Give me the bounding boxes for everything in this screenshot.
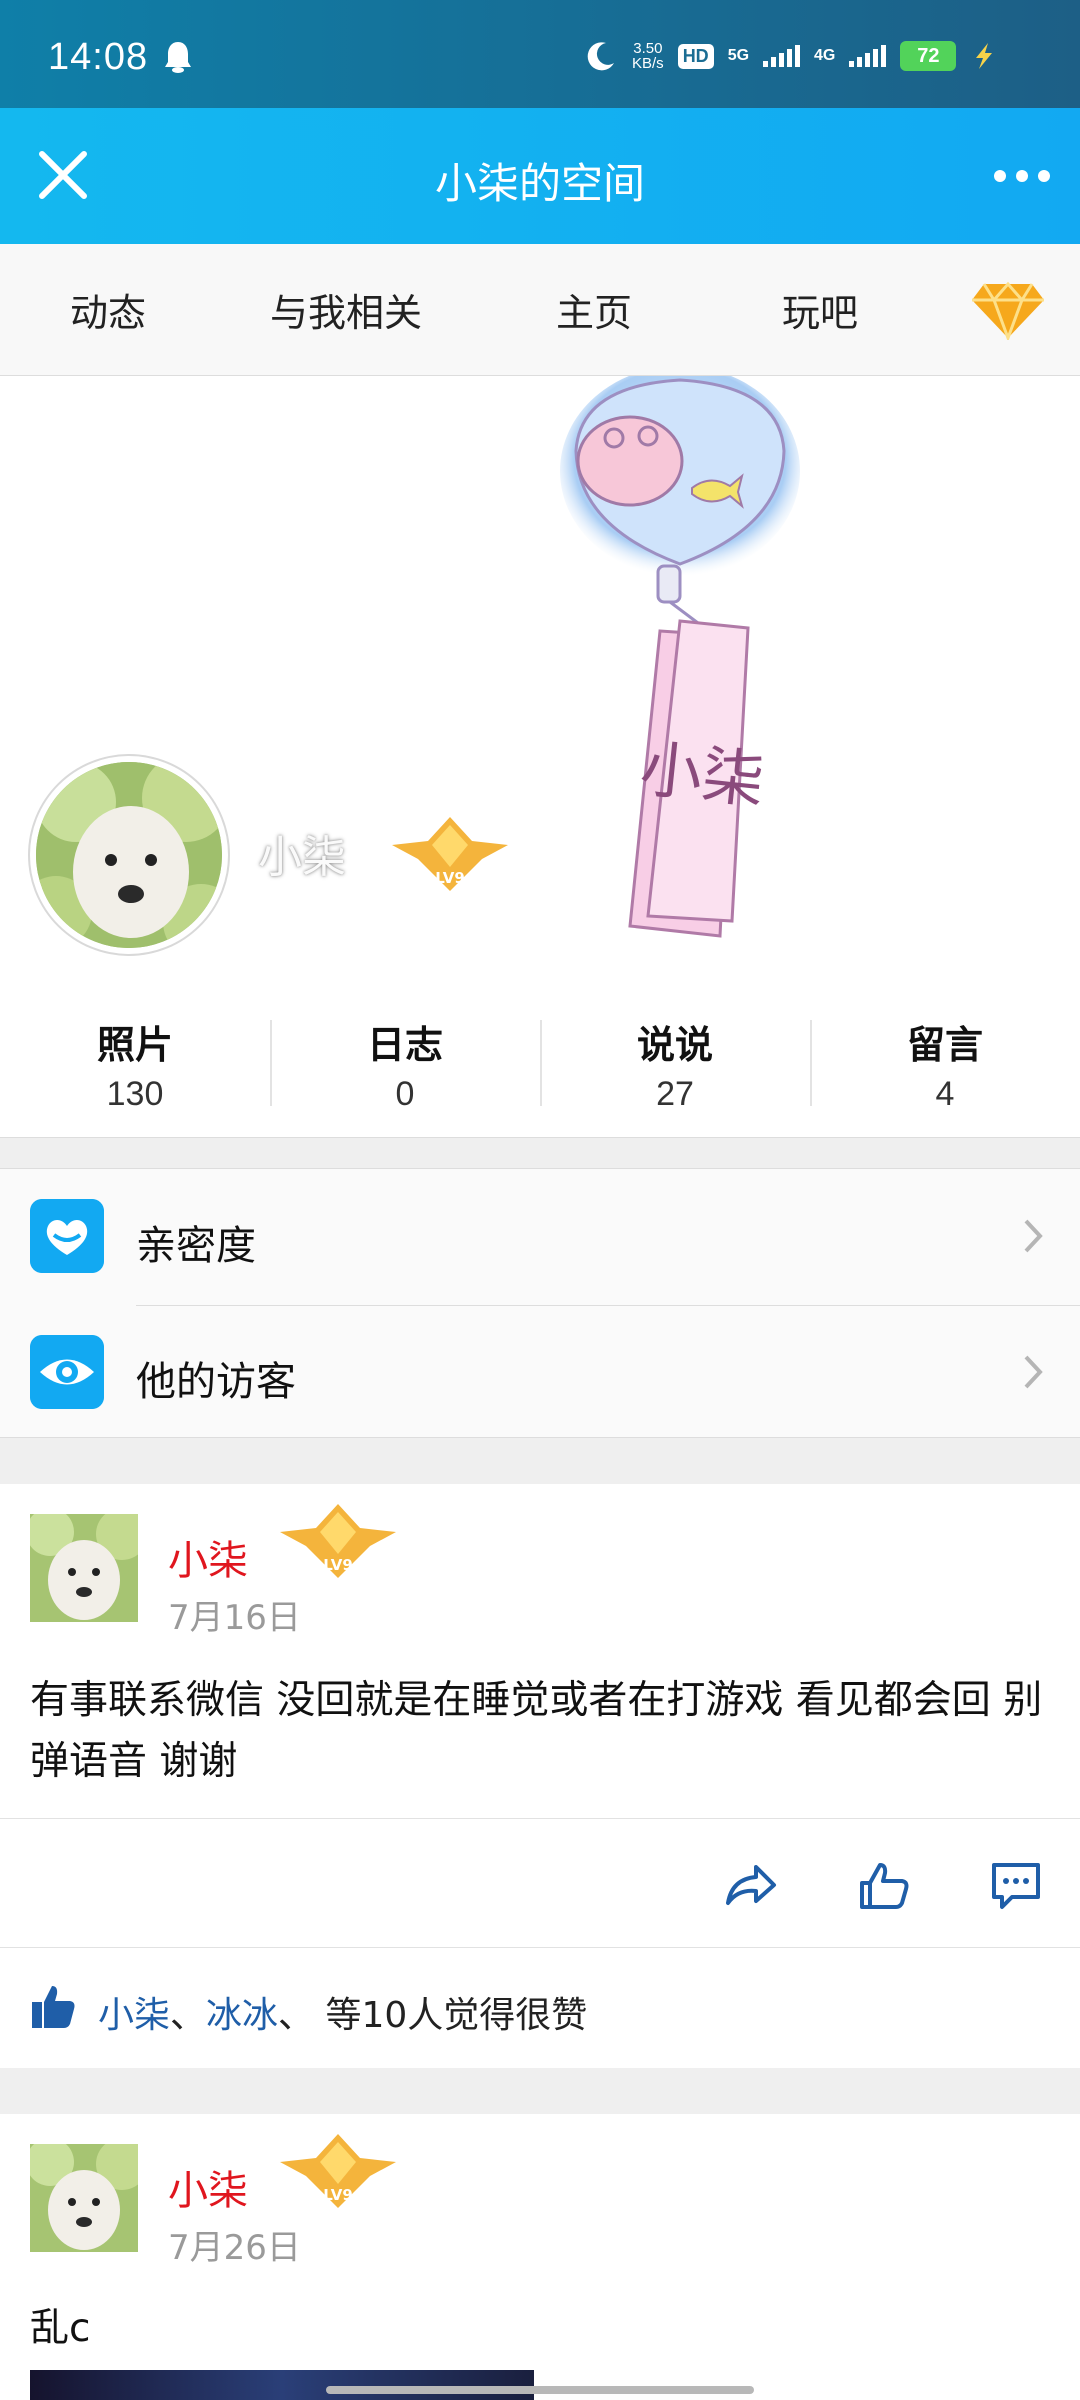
network-5g: 5G <box>727 47 750 64</box>
post-image[interactable] <box>30 2370 534 2400</box>
feed-post: 小柒 LV9 7月16日 有事联系微信 没回就是在睡觉或者在打游戏 看见都会回 … <box>0 1484 1080 1818</box>
menu-item-intimacy[interactable]: 亲密度 <box>0 1169 1080 1306</box>
signal-icon <box>763 45 801 67</box>
post-author[interactable]: 小柒 <box>168 2158 248 2216</box>
stats-row: 照片 130 日志 0 说说 27 留言 4 <box>0 986 1080 1138</box>
chevron-right-icon <box>1024 1355 1043 1389</box>
charging-icon <box>976 43 993 69</box>
tab-feed[interactable]: 动态 <box>70 282 146 337</box>
stat-posts[interactable]: 说说 27 <box>540 1014 810 1114</box>
moon-icon <box>587 42 614 71</box>
feed-post: 小柒 LV9 7月26日 乱c <box>0 2114 1080 2400</box>
battery-icon: 72 <box>900 41 957 71</box>
qq-notification-icon <box>165 42 191 73</box>
tab-play[interactable]: 玩吧 <box>782 282 858 337</box>
likes-summary[interactable]: 小柒、冰冰、 等10人觉得很赞 <box>0 1948 1080 2068</box>
profile-avatar[interactable] <box>30 756 228 954</box>
title-bar: 小柒的空间 <box>0 108 1080 244</box>
network-speed: 3.50 KB/s <box>632 40 664 72</box>
liker-name[interactable]: 冰冰 <box>206 1995 278 2036</box>
hd-icon: HD <box>677 43 714 69</box>
stat-photos[interactable]: 照片 130 <box>0 1014 270 1114</box>
home-indicator[interactable] <box>326 2386 754 2394</box>
profile-name: 小柒 <box>258 832 346 883</box>
tab-home[interactable]: 主页 <box>556 282 632 337</box>
post-date: 7月16日 <box>168 1598 301 1638</box>
comment-icon[interactable] <box>988 1857 1044 1913</box>
stat-blogs[interactable]: 日志 0 <box>270 1014 540 1114</box>
page-title: 小柒的空间 <box>434 159 645 208</box>
thumbs-up-icon <box>32 1986 75 2028</box>
wind-chime-illustration: 小柒 <box>560 376 800 938</box>
post-author[interactable]: 小柒 <box>168 1528 248 1586</box>
svg-text:LV9: LV9 <box>323 1556 353 1574</box>
svg-text:LV9: LV9 <box>323 2186 353 2204</box>
level-badge-icon: LV9 <box>280 2134 396 2208</box>
profile-menu: 亲密度 他的访客 <box>0 1168 1080 1438</box>
status-bar: 14:08 3.50 KB/s HD 5G 4G 72 <box>0 0 1080 108</box>
tab-related[interactable]: 与我相关 <box>270 282 422 337</box>
tab-bar: 动态 与我相关 主页 玩吧 <box>0 244 1080 376</box>
menu-item-visitors[interactable]: 他的访客 <box>0 1305 1080 1439</box>
heart-icon <box>30 1199 104 1273</box>
eye-icon <box>30 1335 104 1409</box>
chevron-right-icon <box>1024 1219 1043 1253</box>
post-actions <box>0 1818 1080 1948</box>
network-4g: 4G <box>814 47 836 64</box>
cover-area: 小柒 小柒 LV9 <box>0 376 1080 986</box>
post-text: 乱c <box>30 2306 91 2351</box>
diamond-icon[interactable] <box>970 280 1046 340</box>
post-text: 有事联系微信 没回就是在睡觉或者在打游戏 看见都会回 别弹语音 谢谢 <box>30 1678 1043 1784</box>
cover-tag-text: 小柒 <box>637 732 768 818</box>
post-avatar[interactable] <box>30 2144 138 2252</box>
menu-label: 他的访客 <box>136 1359 296 1405</box>
status-time: 14:08 <box>48 36 149 78</box>
post-avatar[interactable] <box>30 1514 138 1622</box>
likes-text: 小柒、冰冰、 等10人觉得很赞 <box>98 1995 588 2036</box>
liker-name[interactable]: 小柒 <box>98 1995 170 2036</box>
level-badge-icon: LV9 <box>392 817 508 891</box>
more-icon[interactable] <box>992 166 1052 186</box>
svg-text:LV9: LV9 <box>435 869 465 887</box>
stat-messages[interactable]: 留言 4 <box>810 1014 1080 1114</box>
level-badge-icon: LV9 <box>280 1504 396 1578</box>
menu-label: 亲密度 <box>136 1223 256 1269</box>
share-icon[interactable] <box>722 1857 778 1913</box>
post-date: 7月26日 <box>168 2228 301 2268</box>
signal-icon-2 <box>849 45 887 67</box>
like-icon[interactable] <box>856 1857 912 1913</box>
